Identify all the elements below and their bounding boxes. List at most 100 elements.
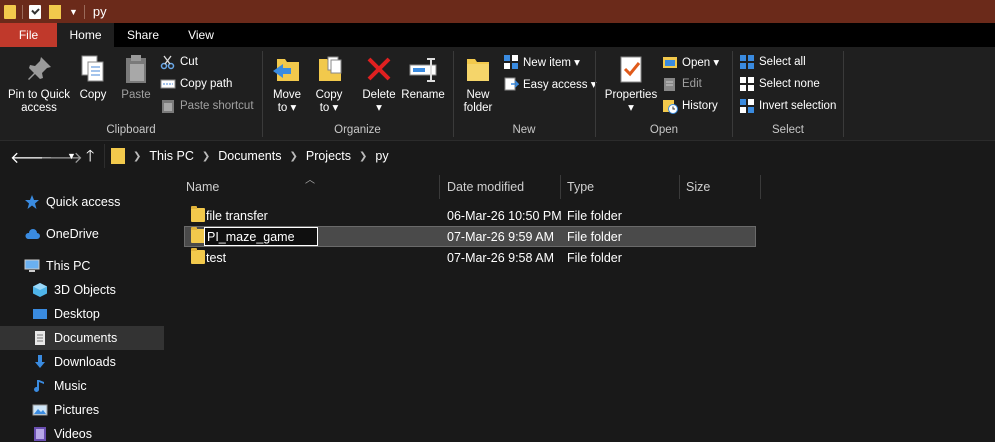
copy-path-button[interactable]: Copy path (160, 74, 232, 94)
folder-icon (191, 248, 205, 264)
ribbon: Pin to Quick access Copy Paste Cut Copy … (0, 47, 995, 141)
move-to-label-line1: Move (272, 89, 302, 101)
nav-label: Desktop (54, 307, 100, 321)
paste-shortcut-label: Paste shortcut (180, 100, 254, 112)
new-folder-label-line1: New (466, 89, 490, 101)
select-none-button[interactable]: Select none (739, 74, 820, 94)
delete-button[interactable]: Delete ▾ (359, 53, 399, 115)
new-folder-label-line2: folder (463, 102, 493, 114)
videos-icon (32, 426, 48, 442)
rename-input[interactable] (204, 227, 318, 246)
file-date: 06-Mar-26 10:50 PM (447, 208, 562, 223)
paste-label: Paste (121, 89, 151, 101)
delete-label-line2: ▾ (376, 102, 382, 114)
folder-icon (191, 206, 205, 222)
easy-access-icon (503, 76, 520, 92)
new-folder-icon[interactable] (49, 4, 61, 19)
pin-to-quick-access-button[interactable]: Pin to Quick access (4, 53, 74, 115)
pictures-icon (32, 402, 48, 418)
file-date: 07-Mar-26 9:58 AM (447, 250, 554, 265)
nav-label: 3D Objects (54, 283, 116, 297)
edit-label: Edit (682, 78, 702, 90)
tab-view[interactable]: View (172, 23, 230, 47)
folder-icon (4, 4, 16, 19)
file-name: file transfer (206, 208, 268, 223)
copy-to-label-line2: to ▾ (319, 102, 339, 114)
tab-home[interactable]: Home (57, 23, 114, 47)
open-label: Open ▾ (682, 57, 720, 69)
edit-button[interactable]: Edit (662, 74, 702, 94)
group-divider (843, 51, 844, 137)
copy-button[interactable]: Copy (76, 53, 110, 102)
address-bar: 🡐 🡒 ▼ 🡑 ❯ This PC ❯ Documents ❯ Projects… (0, 141, 995, 171)
table-row[interactable]: file transfer 06-Mar-26 10:50 PM File fo… (184, 205, 756, 226)
nav-this-pc[interactable]: This PC (0, 254, 164, 278)
pin-label-line1: Pin to Quick (8, 89, 70, 101)
nav-music[interactable]: Music (0, 374, 164, 398)
column-header-type[interactable]: Type (561, 175, 680, 199)
copy-to-icon (313, 53, 345, 85)
properties-icon[interactable] (29, 4, 41, 19)
table-row[interactable]: 07-Mar-26 9:59 AM File folder (184, 226, 756, 247)
nav-videos[interactable]: Videos (0, 422, 164, 442)
copy-to-button[interactable]: Copy to ▾ (311, 53, 347, 115)
copy-icon (77, 53, 109, 85)
select-none-icon (739, 76, 755, 92)
address-path[interactable]: ❯ This PC ❯ Documents ❯ Projects ❯ py (104, 144, 995, 168)
open-button[interactable]: Open ▾ (662, 52, 719, 72)
chevron-right-icon[interactable]: ❯ (289, 151, 297, 162)
forward-arrow-icon[interactable]: 🡒 (40, 147, 83, 168)
chevron-right-icon[interactable]: ❯ (202, 151, 210, 162)
new-item-button[interactable]: New item ▾ (503, 52, 580, 72)
paste-shortcut-button[interactable]: Paste shortcut (160, 96, 254, 116)
properties-icon (615, 53, 647, 85)
properties-button[interactable]: Properties ▾ (604, 53, 658, 115)
table-row[interactable]: test 07-Mar-26 9:58 AM File folder (184, 247, 756, 268)
organize-group-label: Organize (334, 124, 381, 136)
nav-quick-access[interactable]: Quick access (0, 190, 164, 214)
new-group: New folder New item ▾ Easy access ▾ New (454, 47, 597, 141)
copy-path-label: Copy path (180, 78, 233, 90)
history-button[interactable]: History (662, 96, 718, 116)
nav-pictures[interactable]: Pictures (0, 398, 164, 422)
tab-file[interactable]: File (0, 23, 57, 47)
select-all-button[interactable]: Select all (739, 52, 806, 72)
nav-desktop[interactable]: Desktop (0, 302, 164, 326)
recent-locations-chevron-icon[interactable]: ▼ (67, 151, 76, 161)
rename-button[interactable]: Rename (401, 53, 445, 102)
customize-toolbar-dropdown-icon[interactable]: ▼ (69, 7, 78, 17)
tab-share[interactable]: Share (114, 23, 172, 47)
paste-button[interactable]: Paste (118, 53, 154, 102)
column-header-size[interactable]: Size (680, 175, 761, 199)
nav-3d-objects[interactable]: 3D Objects (0, 278, 164, 302)
file-name: test (206, 250, 227, 265)
chevron-right-icon[interactable]: ❯ (359, 151, 367, 162)
copy-label: Copy (79, 89, 107, 101)
breadcrumb-projects[interactable]: Projects (306, 149, 351, 163)
delete-x-icon (363, 53, 395, 85)
paste-icon (120, 53, 152, 85)
title-bar: ▼ py (0, 0, 995, 23)
easy-access-button[interactable]: Easy access ▾ (503, 74, 597, 94)
chevron-right-icon[interactable]: ❯ (133, 151, 141, 162)
ribbon-tabs: File Home Share View (0, 23, 995, 47)
paste-shortcut-icon (160, 98, 176, 114)
move-to-button[interactable]: Move to ▾ (269, 53, 305, 115)
new-folder-button[interactable]: New folder (460, 53, 496, 115)
quick-access-toolbar: ▼ (4, 0, 91, 23)
up-arrow-icon[interactable]: 🡑 (86, 145, 94, 172)
select-all-icon (739, 54, 755, 70)
cut-button[interactable]: Cut (160, 52, 198, 72)
column-header-date-modified[interactable]: Date modified (441, 175, 561, 199)
breadcrumb-py[interactable]: py (375, 149, 388, 163)
nav-documents[interactable]: Documents (0, 326, 164, 350)
breadcrumb-documents[interactable]: Documents (218, 149, 281, 163)
download-icon (32, 354, 48, 370)
invert-selection-button[interactable]: Invert selection (739, 96, 836, 116)
column-header-name[interactable]: Name (180, 175, 440, 199)
breadcrumb-this-pc[interactable]: This PC (149, 149, 193, 163)
nav-downloads[interactable]: Downloads (0, 350, 164, 374)
copy-path-icon (160, 76, 176, 92)
nav-onedrive[interactable]: OneDrive (0, 222, 164, 246)
nav-label: Music (54, 379, 87, 393)
